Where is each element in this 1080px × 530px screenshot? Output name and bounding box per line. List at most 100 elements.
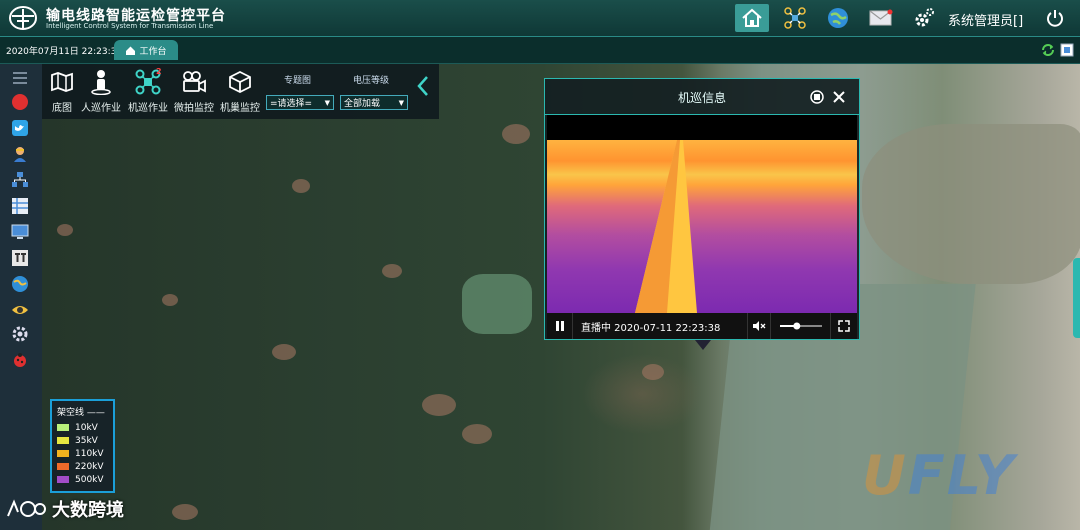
- legend-row: 10kV: [57, 421, 108, 434]
- logo-icon: [9, 6, 37, 30]
- popup-record-button[interactable]: [809, 89, 825, 105]
- map-pond: [462, 274, 532, 334]
- globe-icon: [828, 8, 848, 28]
- sidebar-item-stop[interactable]: [10, 92, 30, 112]
- power-icon: [1047, 10, 1063, 27]
- volume-slider[interactable]: [771, 313, 831, 339]
- tool-label: 人巡作业: [81, 103, 121, 114]
- eye-icon: [12, 306, 28, 314]
- drone-patrol-popup: 机巡信息 直播中 2020-07-11 22:23:38: [544, 78, 860, 340]
- sidebar-item-text[interactable]: [10, 248, 30, 268]
- tool-label: 微拍监控: [174, 103, 214, 114]
- sidebar-item-person[interactable]: [10, 144, 30, 164]
- tool-basemap[interactable]: 底图: [46, 64, 78, 119]
- legend-label: 500kV: [75, 474, 104, 485]
- org-chart-icon: [12, 172, 28, 187]
- legend-swatch: [57, 450, 69, 457]
- tool-drone-patrol[interactable]: 2 机巡作业: [126, 64, 170, 119]
- voltage-level-select[interactable]: 全部加载 ▼: [340, 95, 408, 110]
- globe-button[interactable]: [821, 4, 855, 32]
- record-icon: [810, 90, 824, 104]
- map-patch: [57, 224, 73, 236]
- legend-swatch: [57, 437, 69, 444]
- bottom-watermark-text: 大数跨境: [52, 500, 124, 521]
- sidebar-item-twitter[interactable]: [10, 118, 30, 138]
- tool-label: 机巢监控: [220, 103, 260, 114]
- map-icon: [51, 72, 73, 92]
- drone-button[interactable]: [778, 4, 812, 32]
- legend-label: 35kV: [75, 435, 98, 446]
- logout-button[interactable]: [1038, 4, 1072, 32]
- video-fullscreen-button[interactable]: [831, 313, 857, 339]
- voltage-legend: 架空线 —— 10kV 35kV 110kV 220kV 500kV: [50, 399, 115, 493]
- volume-track: [779, 322, 822, 330]
- sidebar-item-org[interactable]: [10, 170, 30, 190]
- monitor-icon: [11, 224, 29, 239]
- map-patch: [462, 424, 492, 444]
- map-patch: [502, 124, 530, 144]
- map-patch: [272, 344, 296, 360]
- list-icon: [13, 72, 27, 84]
- topic-map-select-value: =请选择=: [270, 99, 313, 109]
- mail-icon: [869, 9, 893, 26]
- tool-nest-monitor[interactable]: 机巢监控: [218, 64, 262, 119]
- toolbar-collapse-button[interactable]: [414, 72, 432, 100]
- legend-swatch: [57, 463, 69, 470]
- map-patch: [172, 504, 198, 520]
- sidebar-item-globe[interactable]: [10, 274, 30, 294]
- voltage-level-select-value: 全部加载: [344, 99, 381, 109]
- chevron-down-icon: ▼: [398, 98, 404, 107]
- right-panel-toggle[interactable]: [1073, 258, 1080, 338]
- person-icon: [91, 70, 111, 95]
- sidebar-item-settings[interactable]: [10, 324, 30, 344]
- brand-logo-icon: [7, 499, 46, 517]
- bottom-watermark: 大数跨境: [6, 496, 124, 522]
- worker-icon: [14, 147, 26, 162]
- bird-icon: [12, 120, 28, 136]
- thermal-road: [635, 140, 697, 313]
- popup-close-button[interactable]: [831, 89, 847, 105]
- thermal-video-feed[interactable]: [547, 115, 857, 313]
- mute-button[interactable]: [747, 313, 771, 339]
- camera-icon: [183, 71, 206, 93]
- legend-row: 35kV: [57, 434, 108, 447]
- legend-title: 架空线 ——: [57, 408, 105, 418]
- map-patch: [162, 294, 178, 306]
- expand-icon: [838, 320, 850, 332]
- sidebar-item-grid[interactable]: [10, 196, 30, 216]
- pause-icon: [555, 321, 564, 331]
- tab-workbench-label: 工作台: [139, 46, 167, 57]
- user-name[interactable]: 系统管理员[]: [948, 10, 1023, 29]
- chevron-left-icon: [417, 76, 428, 96]
- home-icon: [742, 8, 762, 27]
- legend-label: 10kV: [75, 422, 98, 433]
- sidebar-menu-button[interactable]: [10, 68, 30, 88]
- pause-button[interactable]: [547, 313, 573, 339]
- legend-row: 500kV: [57, 473, 108, 486]
- sidebar-item-view[interactable]: [10, 300, 30, 320]
- home-button[interactable]: [735, 4, 769, 32]
- legend-label: 110kV: [75, 448, 104, 459]
- voltage-level-label: 电压等级: [353, 76, 390, 86]
- close-icon: [833, 91, 845, 103]
- legend-swatch: [57, 424, 69, 431]
- gear-icon: [12, 326, 28, 342]
- refresh-icon[interactable]: [1041, 43, 1055, 57]
- app-header: 输电线路智能运检管控平台 Intelligent Control System …: [0, 0, 1080, 37]
- tab-workbench[interactable]: 工作台: [114, 40, 178, 60]
- home-icon: [126, 46, 136, 55]
- sub-bar: 2020年07月11日 22:23:38 工作台: [0, 37, 1080, 64]
- mail-button[interactable]: [864, 4, 898, 32]
- sidebar-item-bug[interactable]: [10, 350, 30, 370]
- legend-row: 220kV: [57, 460, 108, 473]
- sidebar-item-monitor[interactable]: [10, 222, 30, 242]
- fullscreen-icon[interactable]: [1060, 43, 1074, 57]
- topic-map-select[interactable]: =请选择= ▼: [266, 95, 334, 110]
- tool-manual-patrol[interactable]: 人巡作业: [78, 64, 124, 119]
- video-controls: 直播中 2020-07-11 22:23:38: [547, 313, 857, 339]
- popup-header: 机巡信息: [545, 79, 859, 115]
- ladybug-icon: [14, 353, 26, 367]
- legend-label: 220kV: [75, 461, 104, 472]
- settings-button[interactable]: [907, 4, 941, 32]
- tool-camera-monitor[interactable]: 微拍监控: [172, 64, 216, 119]
